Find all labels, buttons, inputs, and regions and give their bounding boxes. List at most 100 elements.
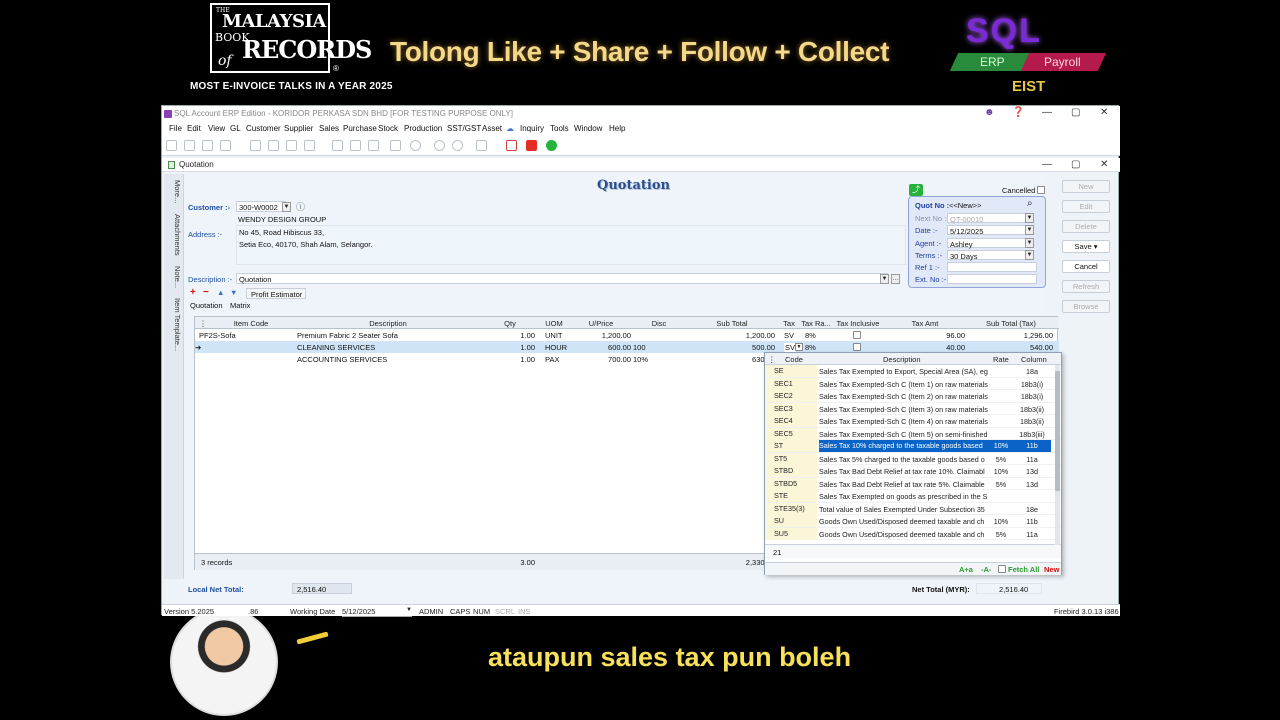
remove-row-icon[interactable]: − <box>203 287 209 298</box>
col-tax[interactable]: Tax <box>779 319 799 328</box>
pdf-icon[interactable] <box>506 140 517 151</box>
tab-quotation[interactable]: Quotation <box>190 301 223 310</box>
scrollbar-thumb[interactable] <box>1055 371 1060 491</box>
toolbar-icon[interactable] <box>350 140 361 151</box>
menu-edit[interactable]: Edit <box>187 124 201 133</box>
add-row-icon[interactable]: + <box>190 287 196 298</box>
side-tab-item-template[interactable]: Item Template... <box>166 298 182 351</box>
list-item[interactable]: ST5 Sales Tax 5% charged to the taxable … <box>765 452 1061 465</box>
chevron-down-icon[interactable]: ▼ <box>1025 238 1034 248</box>
toolbar-icon[interactable] <box>202 140 213 151</box>
profit-estimator-button[interactable]: Profit Estimator <box>246 288 306 299</box>
agent-field[interactable]: Ashley <box>947 238 1029 249</box>
menu-purchase[interactable]: Purchase <box>343 124 377 133</box>
col-unit-price[interactable]: U/Price <box>571 319 631 328</box>
side-tab-more[interactable]: More... <box>166 180 182 203</box>
doc-maximize-button[interactable]: ▢ <box>1071 159 1080 170</box>
chevron-down-icon[interactable]: ▼ <box>795 343 803 351</box>
cancelled-checkbox[interactable] <box>1037 186 1045 194</box>
font-decrease-button[interactable]: -A- <box>981 565 991 574</box>
refresh-icon[interactable] <box>452 140 463 151</box>
menu-customer[interactable]: Customer <box>246 124 281 133</box>
print-icon[interactable] <box>476 140 487 151</box>
menu-help[interactable]: Help <box>609 124 625 133</box>
more-icon[interactable]: … <box>891 274 900 284</box>
move-down-icon[interactable]: ▼ <box>230 288 237 297</box>
next-no-field[interactable]: QT-00010 <box>947 213 1029 224</box>
toolbar-icon[interactable] <box>332 140 343 151</box>
ext-no-field[interactable] <box>947 274 1037 284</box>
tax-col-description[interactable]: Description <box>883 355 921 364</box>
whatsapp-icon[interactable] <box>546 140 557 151</box>
chevron-down-icon[interactable]: ▼ <box>1025 250 1034 260</box>
save-button[interactable]: Save ▾ <box>1062 240 1110 253</box>
home-icon[interactable] <box>166 140 177 151</box>
list-item[interactable]: SEC1 Sales Tax Exempted-Sch C (Item 1) o… <box>765 377 1061 390</box>
minimize-button[interactable]: — <box>1042 107 1052 118</box>
ref1-field[interactable] <box>947 262 1037 272</box>
toolbar-icon[interactable] <box>250 140 261 151</box>
toolbar-icon[interactable] <box>304 140 315 151</box>
cancel-icon[interactable] <box>410 140 421 151</box>
share-icon[interactable]: ⤴ <box>909 184 923 196</box>
table-row[interactable]: PF2S-Sofa Premium Fabric 2 Seater Sofa 1… <box>195 329 1059 341</box>
col-uom[interactable]: UOM <box>539 319 569 328</box>
font-increase-button[interactable]: A+a <box>959 565 973 574</box>
col-qty[interactable]: Qty <box>483 319 537 328</box>
address-field[interactable]: No 45, Road Hibiscus 33, Setia Eco, 4017… <box>236 225 906 265</box>
new-tax-code-button[interactable]: New <box>1044 565 1059 574</box>
menu-asset[interactable]: Asset <box>482 124 502 133</box>
list-item[interactable]: SEC5 Sales Tax Exempted-Sch C (Item 5) o… <box>765 427 1061 440</box>
menu-production[interactable]: Production <box>404 124 442 133</box>
description-field[interactable]: Quotation <box>236 273 888 284</box>
tax-col-rate[interactable]: Rate <box>993 355 1009 364</box>
list-item-selected[interactable]: ▸ ST Sales Tax 10% charged to the taxabl… <box>765 440 1061 453</box>
search-icon[interactable] <box>434 140 445 151</box>
side-tab-attachments[interactable]: Attachments <box>166 214 182 256</box>
col-tax-rate[interactable]: Tax Ra... <box>801 319 831 328</box>
side-tab-note[interactable]: Note... <box>166 266 182 288</box>
terms-field[interactable]: 30 Days <box>947 250 1029 261</box>
fetch-all-label[interactable]: Fetch All <box>1008 565 1039 574</box>
fetch-all-checkbox[interactable] <box>998 565 1006 573</box>
col-disc[interactable]: Disc <box>633 319 685 328</box>
chevron-down-icon[interactable]: ▼ <box>282 202 291 212</box>
col-tax-amt[interactable]: Tax Amt <box>885 319 965 328</box>
list-item[interactable]: SE Sales Tax Exempted to Export, Special… <box>765 365 1061 378</box>
edit-button[interactable]: Edit <box>1062 200 1110 213</box>
menu-inquiry[interactable]: Inquiry <box>520 124 544 133</box>
date-field[interactable]: 5/12/2025 <box>947 225 1029 236</box>
tax-col-code[interactable]: Code <box>785 355 803 364</box>
info-icon[interactable]: ⓘ <box>296 200 305 213</box>
col-item-code[interactable]: Item Code <box>209 319 293 328</box>
tax-col-column[interactable]: Column <box>1021 355 1047 364</box>
youtube-icon[interactable] <box>526 140 537 151</box>
list-item[interactable]: SU Goods Own Used/Disposed deemed taxabl… <box>765 515 1061 528</box>
menu-sst-gst[interactable]: SST/GST <box>447 124 481 133</box>
menu-supplier[interactable]: Supplier <box>284 124 313 133</box>
row-tax-inclusive-checkbox[interactable] <box>853 331 861 339</box>
grid-menu-icon[interactable]: ⋮ <box>768 355 776 364</box>
list-item[interactable]: STE35(3) Total value of Sales Exempted U… <box>765 502 1061 515</box>
toolbar-icon[interactable] <box>268 140 279 151</box>
toolbar-icon[interactable] <box>184 140 195 151</box>
menu-gl[interactable]: GL <box>230 124 241 133</box>
menu-file[interactable]: File <box>169 124 182 133</box>
tab-matrix[interactable]: Matrix <box>230 301 250 310</box>
list-item[interactable]: SEC4 Sales Tax Exempted-Sch C (Item 4) o… <box>765 415 1061 428</box>
list-item[interactable]: SEC3 Sales Tax Exempted-Sch C (Item 3) o… <box>765 402 1061 415</box>
chevron-down-icon[interactable]: ▼ <box>1025 213 1034 223</box>
row-tax-inclusive-checkbox[interactable] <box>853 343 861 351</box>
grid-menu-icon[interactable]: ⋮ <box>199 319 207 328</box>
chevron-down-icon[interactable]: ▼ <box>880 274 889 284</box>
save-icon[interactable] <box>390 140 401 151</box>
toolbar-icon[interactable] <box>286 140 297 151</box>
toolbar-icon[interactable] <box>220 140 231 151</box>
col-sub-total-tax[interactable]: Sub Total (Tax) <box>967 319 1055 328</box>
user-icon[interactable]: ☻ <box>984 107 995 118</box>
list-item[interactable]: STE Sales Tax Exempted on goods as presc… <box>765 490 1061 503</box>
maximize-button[interactable]: ▢ <box>1071 107 1080 118</box>
search-icon[interactable]: ⌕ <box>1027 198 1033 209</box>
delete-button[interactable]: Delete <box>1062 220 1110 233</box>
list-item[interactable]: SU5 Goods Own Used/Disposed deemed taxab… <box>765 527 1061 540</box>
